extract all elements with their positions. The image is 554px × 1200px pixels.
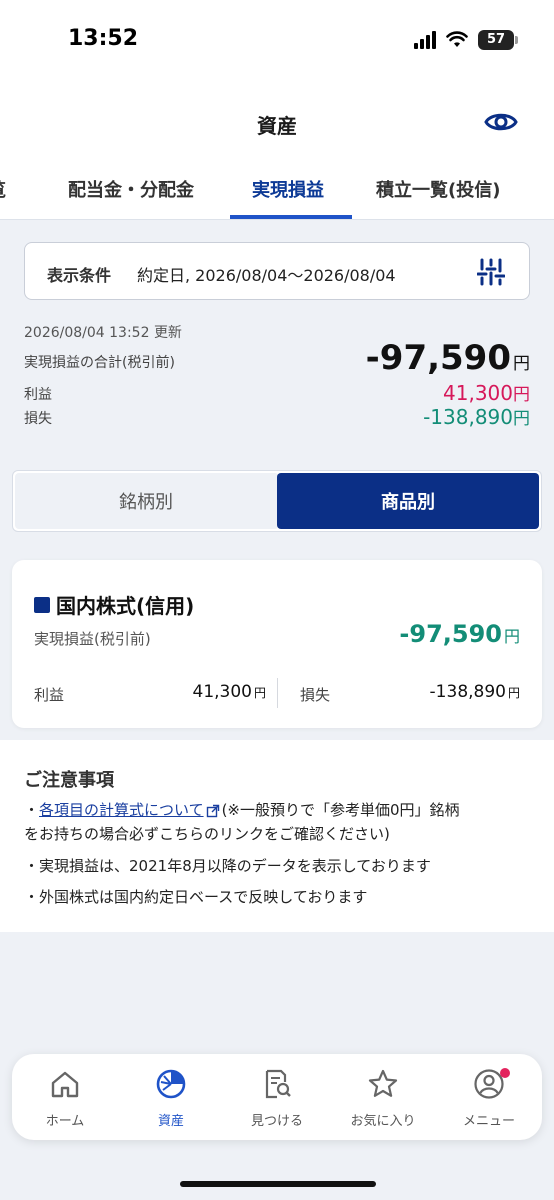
yen-unit: 円: [507, 686, 520, 700]
card-loss-amount: -138,890: [429, 682, 506, 702]
status-bar: 13:52 57: [0, 0, 554, 86]
notification-badge: [500, 1068, 510, 1078]
loss-amount: -138,890: [423, 405, 513, 429]
view-toggle: 銘柄別 商品別: [12, 470, 542, 532]
note-text: 実現損益は、2021年8月以降のデータを表示しております: [39, 857, 431, 875]
bullet: ・: [24, 857, 40, 875]
loss-label: 損失: [24, 411, 52, 427]
formula-link[interactable]: 各項目の計算式について: [39, 801, 204, 819]
tab-dividends[interactable]: 配当金・分配金: [68, 176, 194, 202]
search-document-icon: [265, 1069, 291, 1099]
note-text: (※一般預りで「参考単価0円」銘柄: [221, 801, 460, 819]
battery-icon: 57: [478, 30, 518, 50]
card-profit-value: 41,300 円: [193, 682, 267, 702]
status-icons: 57: [414, 30, 518, 50]
note-item-formula: ・各項目の計算式について (※一般預りで「参考単価0円」銘柄: [24, 798, 530, 822]
bullet: ・: [24, 888, 40, 906]
card-title-text: 国内株式(信用): [56, 594, 195, 618]
note-item-foreign-stock: ・外国株式は国内約定日ベースで反映しております: [24, 885, 530, 909]
yen-unit: 円: [253, 686, 266, 700]
tab-bar: 一覧 配当金・分配金 実現損益 積立一覧(投信): [0, 162, 554, 220]
summary-section: 2026/08/04 13:52 更新 実現損益の合計(税引前) -97,590…: [24, 320, 530, 440]
signal-icon: [414, 31, 436, 49]
nav-label: お気に入り: [350, 1114, 416, 1129]
note-text: をお持ちの場合必ずこちらのリンクをご確認ください): [24, 825, 390, 843]
nav-label: 見つける: [250, 1114, 303, 1129]
notes-title: ご注意事項: [24, 770, 114, 791]
bullet: ・: [24, 801, 40, 819]
external-link-icon: [206, 804, 219, 817]
home-icon: [51, 1071, 79, 1098]
total-value: -97,590 円: [366, 338, 530, 378]
eye-icon[interactable]: [484, 108, 518, 136]
toggle-by-stock[interactable]: 銘柄別: [15, 473, 277, 529]
condition-label: 表示条件: [47, 266, 112, 285]
note-text: 外国株式は国内約定日ベースで反映しております: [39, 888, 368, 906]
profit-value: 41,300円: [443, 380, 530, 405]
nav-label: ホーム: [45, 1114, 85, 1129]
yen-unit: 円: [513, 409, 530, 429]
yen-unit: 円: [513, 354, 530, 374]
page-title: 資産: [257, 114, 297, 138]
note-item-data-period: ・実現損益は、2021年8月以降のデータを表示しております: [24, 854, 530, 878]
tab-accumulation[interactable]: 積立一覧(投信): [376, 176, 500, 202]
home-indicator: [180, 1181, 376, 1187]
updated-timestamp: 2026/08/04 13:52 更新: [24, 325, 182, 341]
yen-unit: 円: [513, 385, 530, 405]
nav-discover[interactable]: 見つける: [224, 1068, 330, 1134]
loss-value: -138,890円: [423, 404, 530, 429]
card-divider: [277, 678, 278, 708]
card-total-amount: -97,590: [399, 620, 502, 648]
card-loss-value: -138,890 円: [430, 682, 520, 702]
nav-label: 資産: [157, 1114, 184, 1129]
card-title: 国内株式(信用): [34, 590, 194, 619]
condition-value: 約定日, 2026/08/04〜2026/08/04: [137, 266, 396, 285]
card-total: -97,590 円: [399, 620, 520, 648]
tab-realized-pl[interactable]: 実現損益: [252, 176, 324, 202]
total-amount: -97,590: [365, 338, 511, 378]
total-label: 実現損益の合計(税引前): [24, 355, 175, 371]
profit-amount: 41,300: [443, 381, 513, 405]
nav-home[interactable]: ホーム: [12, 1068, 118, 1134]
active-tab-indicator: [230, 215, 352, 219]
note-item-formula-cont: をお持ちの場合必ずこちらのリンクをご確認ください): [24, 822, 530, 846]
toggle-by-product[interactable]: 商品別: [277, 473, 539, 529]
profit-label: 利益: [24, 387, 52, 403]
yen-unit: 円: [503, 627, 520, 646]
product-card[interactable]: 国内株式(信用) 実現損益(税引前) -97,590 円 利益 41,300 円 損…: [12, 560, 542, 728]
card-profit-label: 利益: [34, 686, 65, 704]
card-sub-label: 実現損益(税引前): [34, 630, 151, 648]
wifi-icon: [446, 31, 468, 47]
pie-chart-icon: [156, 1069, 186, 1099]
card-profit-amount: 41,300: [192, 682, 252, 702]
notes-section: ご注意事項 ・各項目の計算式について (※一般預りで「参考単価0円」銘柄 をお持ち…: [0, 740, 554, 932]
status-time: 13:52: [68, 26, 139, 51]
bottom-nav: ホーム 資産 見つける お気に入り メニュー: [12, 1054, 542, 1140]
filter-sliders-icon: [477, 258, 505, 286]
nav-menu[interactable]: メニュー: [436, 1068, 542, 1134]
nav-label: メニュー: [462, 1114, 515, 1129]
nav-assets[interactable]: 資産: [118, 1068, 224, 1134]
category-marker-icon: [34, 596, 50, 613]
nav-favorites[interactable]: お気に入り: [330, 1068, 436, 1134]
card-loss-label: 損失: [300, 686, 331, 704]
display-condition-button[interactable]: 表示条件 約定日, 2026/08/04〜2026/08/04: [24, 242, 530, 300]
app-header: 資産: [0, 86, 554, 162]
star-icon: [368, 1069, 398, 1097]
tab-list[interactable]: 一覧: [0, 176, 6, 202]
